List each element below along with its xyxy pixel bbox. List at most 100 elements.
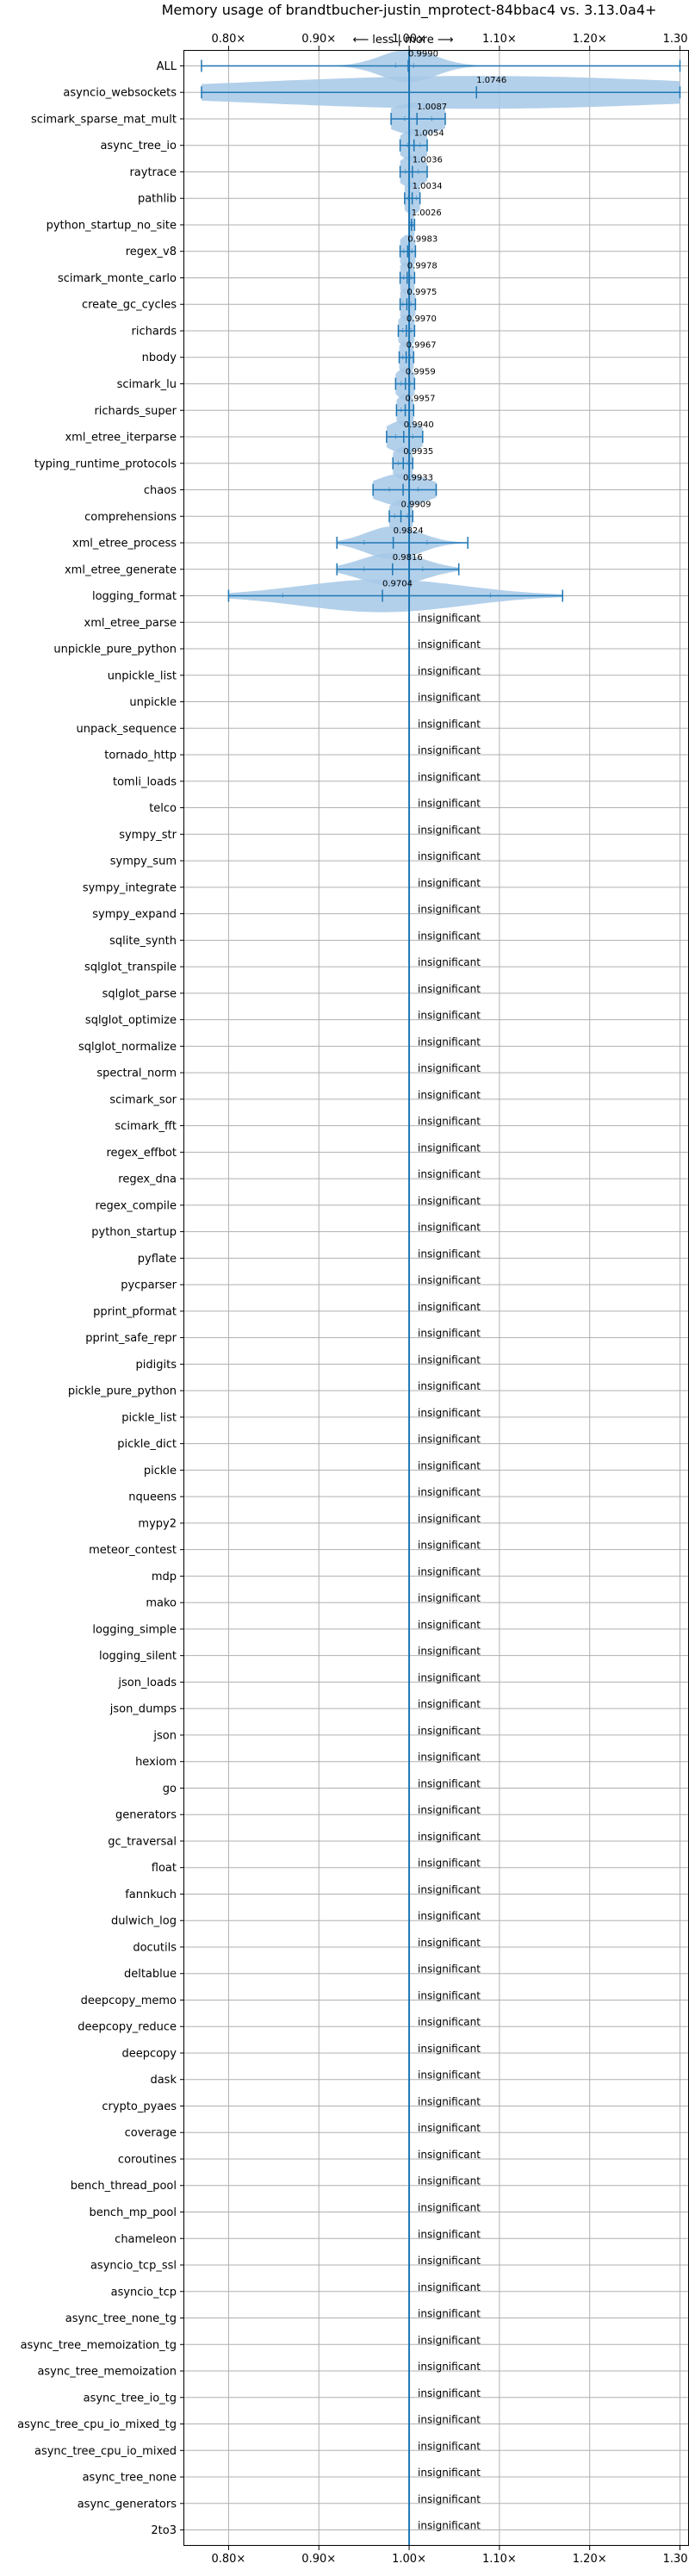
benchmark-label: deepcopy	[121, 2047, 177, 2060]
insignificant-label: insignificant	[418, 1434, 481, 1446]
benchmark-label: sqlglot_optimize	[85, 1014, 177, 1027]
insignificant-label: insignificant	[418, 2043, 481, 2055]
x-tick-label-bottom: 0.90×	[301, 2553, 336, 2566]
value-label: 1.0026	[412, 208, 442, 218]
benchmark-label: mako	[146, 1597, 177, 1610]
insignificant-label: insignificant	[418, 1646, 481, 1658]
benchmark-label: sqlglot_normalize	[78, 1041, 177, 1054]
insignificant-label: insignificant	[418, 1513, 481, 1525]
benchmark-label: asyncio_tcp_ssl	[90, 2260, 177, 2273]
value-label: 0.9978	[407, 261, 438, 271]
insignificant-label: insignificant	[418, 1698, 481, 1710]
insignificant-label: insignificant	[418, 1116, 481, 1128]
benchmark-label: unpickle	[129, 696, 177, 709]
value-label: 0.9957	[406, 394, 436, 403]
chart-title: Memory usage of brandtbucher-justin_mpro…	[162, 2, 657, 19]
insignificant-label: insignificant	[418, 1010, 481, 1022]
benchmark-label: pprint_safe_repr	[85, 1332, 177, 1345]
x-tick-label-top: 1.10×	[482, 33, 517, 46]
insignificant-label: insignificant	[418, 1486, 481, 1498]
insignificant-label: insignificant	[418, 1937, 481, 1949]
value-label: 0.9970	[407, 314, 437, 324]
benchmark-label: json_loads	[117, 1677, 177, 1689]
benchmark-label: gc_traversal	[108, 1835, 177, 1848]
benchmark-label: async_tree_cpu_io_mixed_tg	[17, 2418, 177, 2431]
benchmark-label: typing_runtime_protocols	[34, 457, 177, 470]
benchmark-label: sympy_integrate	[83, 881, 177, 894]
x-tick-label-top: 1.00×	[392, 33, 426, 46]
benchmark-label: async_tree_memoization	[37, 2366, 177, 2379]
insignificant-label: insignificant	[418, 2387, 481, 2399]
insignificant-label: insignificant	[418, 798, 481, 810]
benchmark-label: sympy_sum	[110, 856, 177, 868]
insignificant-label: insignificant	[418, 2122, 481, 2134]
benchmark-label: chameleon	[115, 2233, 177, 2246]
insignificant-label: insignificant	[418, 1353, 481, 1366]
benchmark-label: mypy2	[138, 1517, 177, 1530]
benchmark-label: pathlib	[138, 193, 177, 206]
insignificant-label: insignificant	[418, 718, 481, 730]
value-label: 0.9824	[394, 526, 424, 536]
insignificant-label: insignificant	[418, 2016, 481, 2028]
value-label: 0.9990	[408, 49, 438, 59]
benchmark-label: scimark_fft	[115, 1120, 177, 1133]
insignificant-label: insignificant	[418, 1963, 481, 1976]
insignificant-label: insignificant	[418, 1592, 481, 1604]
value-label: 0.9935	[403, 447, 433, 457]
benchmark-label: sqlite_synth	[109, 935, 177, 948]
benchmark-label: docutils	[133, 1941, 177, 1954]
benchmark-label: pprint_pformat	[93, 1305, 177, 1318]
insignificant-label: insignificant	[418, 1989, 481, 2001]
insignificant-label: insignificant	[418, 612, 481, 624]
benchmark-label: regex_compile	[95, 1199, 177, 1212]
chart-container: Memory usage of brandtbucher-justin_mpro…	[0, 0, 689, 2576]
insignificant-label: insignificant	[418, 2175, 481, 2187]
value-label: 0.9816	[393, 553, 423, 563]
benchmark-label: logging_format	[92, 590, 177, 603]
insignificant-label: insignificant	[418, 2095, 481, 2107]
benchmark-label: scimark_sor	[109, 1093, 177, 1106]
benchmark-label: bench_thread_pool	[71, 2180, 177, 2193]
value-label: 0.9959	[406, 367, 436, 376]
benchmark-label: sqlglot_parse	[102, 987, 177, 1000]
insignificant-label: insignificant	[418, 877, 481, 889]
x-tick-label-top: 1.20×	[573, 33, 607, 46]
x-tick-label-top: 0.80×	[211, 33, 245, 46]
benchmark-label: unpickle_pure_python	[53, 644, 177, 656]
benchmark-label: python_startup	[91, 1226, 177, 1239]
insignificant-label: insignificant	[418, 1459, 481, 1472]
benchmark-label: regex_v8	[126, 246, 177, 258]
benchmark-label: async_tree_io	[100, 140, 177, 152]
insignificant-label: insignificant	[418, 1062, 481, 1074]
benchmark-label: asyncio_tcp	[111, 2286, 177, 2299]
value-label: 1.0087	[417, 103, 447, 112]
insignificant-label: insignificant	[418, 2440, 481, 2452]
benchmark-label: dulwich_log	[111, 1915, 177, 1928]
insignificant-label: insignificant	[418, 692, 481, 704]
insignificant-label: insignificant	[418, 2467, 481, 2479]
benchmark-label: async_tree_none	[83, 2472, 177, 2485]
x-tick-label-bottom: 1.10×	[482, 2553, 517, 2566]
benchmark-label: fannkuch	[125, 1888, 177, 1901]
benchmark-label: coverage	[125, 2127, 177, 2140]
benchmark-label: go	[163, 1783, 177, 1795]
benchmark-label: async_generators	[78, 2498, 177, 2511]
benchmark-label: logging_simple	[92, 1623, 177, 1636]
insignificant-label: insignificant	[418, 956, 481, 968]
benchmark-label: deltablue	[124, 1968, 177, 1981]
value-label: 0.9940	[404, 420, 434, 430]
value-label: 1.0054	[414, 129, 444, 139]
benchmark-label: richards	[132, 325, 177, 338]
insignificant-label: insignificant	[418, 1804, 481, 1816]
insignificant-label: insignificant	[418, 1328, 481, 1340]
x-tick-label-bottom: 1.30×	[663, 2553, 689, 2566]
benchmark-label: async_tree_none_tg	[65, 2312, 177, 2325]
value-label: 0.9983	[407, 235, 438, 245]
insignificant-label: insignificant	[418, 2069, 481, 2081]
insignificant-label: insignificant	[418, 1380, 481, 1392]
insignificant-label: insignificant	[418, 744, 481, 756]
x-tick-label-bottom: 1.00×	[392, 2553, 426, 2566]
benchmark-label: nqueens	[128, 1491, 177, 1504]
insignificant-label: insignificant	[418, 1248, 481, 1260]
benchmark-label: generators	[115, 1809, 177, 1822]
